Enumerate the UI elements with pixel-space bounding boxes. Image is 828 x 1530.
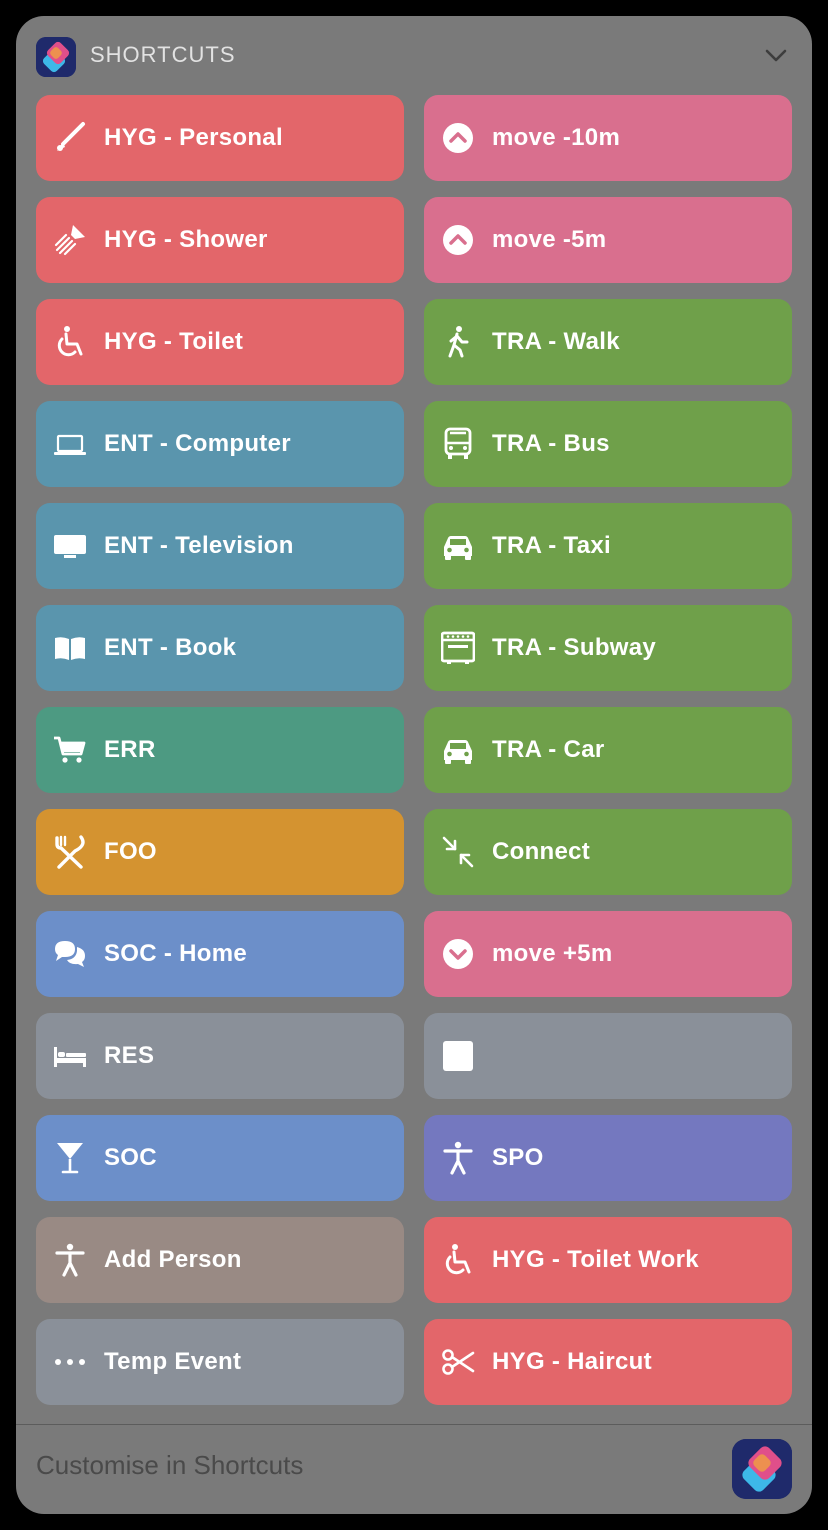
shortcut-label: move -5m — [492, 226, 607, 253]
wheelchair-icon — [52, 324, 88, 360]
shortcut-label: SPO — [492, 1144, 544, 1171]
shortcut-tile-res[interactable]: RES — [36, 1013, 404, 1099]
widget-header: SHORTCUTS — [16, 16, 812, 94]
shortcut-label: HYG - Haircut — [492, 1348, 652, 1375]
shortcut-label: ENT - Book — [104, 634, 237, 661]
ellipsis-icon — [52, 1344, 88, 1380]
square-icon — [440, 1038, 476, 1074]
shortcut-tile-hyg-toilet-work[interactable]: HYG - Toilet Work — [424, 1217, 792, 1303]
shortcut-tile-hyg-personal[interactable]: HYG - Personal — [36, 95, 404, 181]
fork-knife-icon — [52, 834, 88, 870]
shortcut-tile-hyg-shower[interactable]: HYG - Shower — [36, 197, 404, 283]
shortcut-tile-blank[interactable] — [424, 1013, 792, 1099]
person-icon — [440, 1140, 476, 1176]
cart-icon — [52, 732, 88, 768]
shortcut-label: HYG - Toilet — [104, 328, 244, 355]
shortcut-label: RES — [104, 1042, 155, 1069]
shortcut-label: move -10m — [492, 124, 621, 151]
shortcut-tile-soc-home[interactable]: SOC - Home — [36, 911, 404, 997]
car-icon — [440, 732, 476, 768]
shortcut-tile-connect[interactable]: Connect — [424, 809, 792, 895]
shortcut-label: ENT - Computer — [104, 430, 291, 457]
chevron-down-icon[interactable] — [764, 44, 788, 68]
chat-bubbles-icon — [52, 936, 88, 972]
shortcut-grid: HYG - Personal move -10m HYG - Shower move … — [36, 95, 792, 1405]
shortcut-label: SOC - Home — [104, 940, 248, 967]
shortcut-label: HYG - Toilet Work — [492, 1246, 699, 1273]
cocktail-icon — [52, 1140, 88, 1176]
shortcut-label: Add Person — [104, 1246, 242, 1273]
shortcut-tile-move-5m[interactable]: move +5m — [424, 911, 792, 997]
shortcuts-app-icon[interactable] — [732, 1439, 792, 1499]
shortcut-tile-tra-walk[interactable]: TRA - Walk — [424, 299, 792, 385]
car-icon — [440, 528, 476, 564]
shortcut-tile-ent-computer[interactable]: ENT - Computer — [36, 401, 404, 487]
shortcut-tile-spo[interactable]: SPO — [424, 1115, 792, 1201]
shortcut-label: SOC — [104, 1144, 157, 1171]
person-icon — [52, 1242, 88, 1278]
book-icon — [52, 630, 88, 666]
shortcut-tile-ent-book[interactable]: ENT - Book — [36, 605, 404, 691]
shortcuts-app-icon — [36, 37, 76, 77]
shortcut-tile-move-5m[interactable]: move -5m — [424, 197, 792, 283]
subway-icon — [440, 630, 476, 666]
shortcut-tile-tra-subway[interactable]: TRA - Subway — [424, 605, 792, 691]
shortcut-tile-hyg-toilet[interactable]: HYG - Toilet — [36, 299, 404, 385]
shortcut-label: ERR — [104, 736, 156, 763]
shortcut-label: Connect — [492, 838, 591, 865]
arrows-inward-icon — [440, 834, 476, 870]
bus-icon — [440, 426, 476, 462]
walking-icon — [440, 324, 476, 360]
shortcut-label: Temp Event — [104, 1348, 242, 1375]
shortcut-tile-soc[interactable]: SOC — [36, 1115, 404, 1201]
shortcut-tile-temp-event[interactable]: Temp Event — [36, 1319, 404, 1405]
chevron-down-circle-icon — [440, 936, 476, 972]
shortcut-tile-add-person[interactable]: Add Person — [36, 1217, 404, 1303]
shortcut-tile-err[interactable]: ERR — [36, 707, 404, 793]
shortcuts-widget: SHORTCUTS HYG - Personal move -10m HYG - S… — [16, 16, 812, 1514]
bed-icon — [52, 1038, 88, 1074]
shortcut-label: TRA - Taxi — [492, 532, 612, 559]
shower-icon — [52, 222, 88, 258]
shortcut-label: move +5m — [492, 940, 613, 967]
shortcut-label: HYG - Shower — [104, 226, 268, 253]
television-icon — [52, 528, 88, 564]
shortcut-tile-ent-television[interactable]: ENT - Television — [36, 503, 404, 589]
shortcut-label: ENT - Television — [104, 532, 294, 559]
laptop-icon — [52, 426, 88, 462]
wheelchair-icon — [440, 1242, 476, 1278]
shortcut-label: FOO — [104, 838, 157, 865]
chevron-up-circle-icon — [440, 222, 476, 258]
shortcut-tile-tra-car[interactable]: TRA - Car — [424, 707, 792, 793]
shortcut-tile-hyg-haircut[interactable]: HYG - Haircut — [424, 1319, 792, 1405]
shortcut-tile-tra-bus[interactable]: TRA - Bus — [424, 401, 792, 487]
shortcut-label: TRA - Walk — [492, 328, 620, 355]
scissors-icon — [440, 1344, 476, 1380]
footer-divider — [16, 1424, 812, 1425]
shortcut-tile-move-10m[interactable]: move -10m — [424, 95, 792, 181]
shortcut-tile-tra-taxi[interactable]: TRA - Taxi — [424, 503, 792, 589]
toothbrush-icon — [52, 120, 88, 156]
shortcut-label: TRA - Subway — [492, 634, 657, 661]
chevron-up-circle-icon — [440, 120, 476, 156]
shortcut-label: HYG - Personal — [104, 124, 283, 151]
shortcut-label: TRA - Bus — [492, 430, 610, 457]
shortcut-tile-foo[interactable]: FOO — [36, 809, 404, 895]
customise-link[interactable]: Customise in Shortcuts — [36, 1450, 303, 1481]
shortcut-label: TRA - Car — [492, 736, 605, 763]
widget-title: SHORTCUTS — [90, 42, 236, 67]
